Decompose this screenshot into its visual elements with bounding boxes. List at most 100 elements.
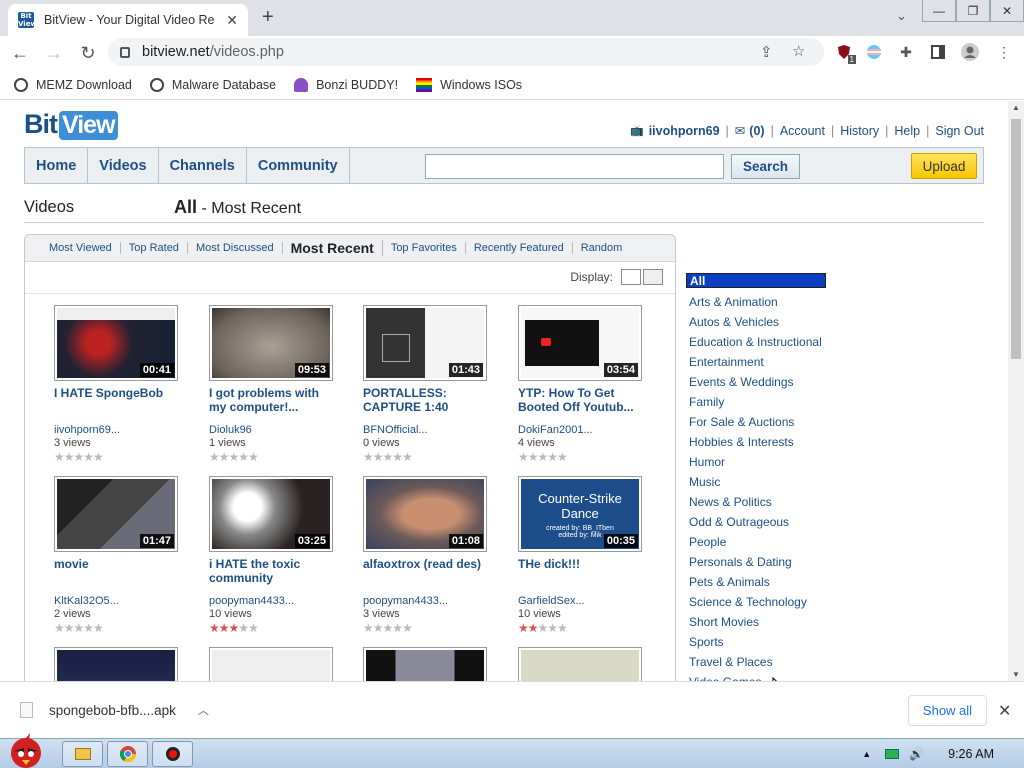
video-thumbnail[interactable]: 01:08 bbox=[363, 476, 487, 552]
scroll-down-arrow-icon[interactable]: ▼ bbox=[1012, 670, 1020, 679]
bookmark-windows-isos[interactable]: Windows ISOs bbox=[416, 77, 522, 92]
category-item[interactable]: News & Politics bbox=[686, 492, 836, 512]
video-uploader-link[interactable]: iivohporn69... bbox=[54, 424, 194, 437]
volume-icon[interactable]: 🔊 bbox=[909, 747, 924, 761]
address-bar[interactable]: bitview.net/videos.php ⇪ ☆ bbox=[108, 38, 824, 66]
share-icon[interactable]: ⇪ bbox=[760, 43, 773, 61]
video-title-link[interactable]: I got problems with my computer!... bbox=[209, 386, 339, 416]
list-view-icon[interactable] bbox=[621, 269, 641, 285]
video-uploader-link[interactable]: KltKal32O5... bbox=[54, 595, 194, 608]
category-item[interactable]: People bbox=[686, 532, 836, 552]
video-thumbnail[interactable] bbox=[363, 647, 487, 681]
video-title-link[interactable]: I HATE SpongeBob bbox=[54, 386, 184, 416]
start-angry-bird-icon[interactable] bbox=[4, 733, 48, 769]
bookmark-memz[interactable]: MEMZ Download bbox=[14, 77, 132, 92]
category-item[interactable]: Short Movies bbox=[686, 612, 836, 632]
tab-most-recent[interactable]: Most Recent bbox=[283, 240, 383, 256]
video-uploader-link[interactable]: DokiFan2001... bbox=[518, 424, 658, 437]
tab-most-viewed[interactable]: Most Viewed bbox=[41, 242, 121, 254]
bookmark-bonzi-buddy[interactable]: Bonzi BUDDY! bbox=[294, 77, 398, 92]
forward-arrow-icon[interactable]: → bbox=[40, 39, 68, 67]
taskbar-explorer-icon[interactable] bbox=[62, 741, 103, 767]
category-all[interactable]: All bbox=[686, 273, 826, 288]
video-uploader-link[interactable]: Dioluk96 bbox=[209, 424, 349, 437]
bitview-logo[interactable]: Bit View bbox=[24, 109, 118, 140]
restore-icon[interactable]: ❐ bbox=[956, 0, 990, 22]
nav-home[interactable]: Home bbox=[25, 148, 89, 183]
tab-most-discussed[interactable]: Most Discussed bbox=[188, 242, 283, 254]
nav-videos[interactable]: Videos bbox=[88, 148, 159, 183]
category-item[interactable]: Education & Instructional bbox=[686, 332, 836, 352]
tab-close-icon[interactable]: ✕ bbox=[226, 12, 238, 29]
tab-search-chevron-icon[interactable]: ⌄ bbox=[896, 8, 907, 24]
category-item[interactable]: Autos & Vehicles bbox=[686, 312, 836, 332]
tab-top-rated[interactable]: Top Rated bbox=[121, 242, 188, 254]
scrollbar-thumb[interactable] bbox=[1011, 119, 1021, 359]
category-item[interactable]: Arts & Animation bbox=[686, 292, 836, 312]
category-item[interactable]: Humor bbox=[686, 452, 836, 472]
category-item[interactable]: Science & Technology bbox=[686, 592, 836, 612]
inbox-envelope-icon[interactable]: ✉ bbox=[735, 123, 745, 138]
category-item[interactable]: Video Games bbox=[686, 672, 836, 681]
tab-random[interactable]: Random bbox=[573, 242, 631, 254]
download-shelf-close-icon[interactable]: ✕ bbox=[998, 701, 1011, 721]
search-button[interactable]: Search bbox=[731, 154, 800, 179]
taskbar-chrome-icon[interactable] bbox=[107, 741, 148, 767]
category-item[interactable]: Entertainment bbox=[686, 352, 836, 372]
video-title-link[interactable]: alfaoxtrox (read des) bbox=[363, 557, 493, 587]
history-link[interactable]: History bbox=[840, 124, 879, 138]
video-thumbnail[interactable]: 01:43 bbox=[363, 305, 487, 381]
video-thumbnail[interactable]: 00:41 bbox=[54, 305, 178, 381]
category-item[interactable]: Pets & Animals bbox=[686, 572, 836, 592]
video-title-link[interactable]: PORTALLESS: CAPTURE 1:40 bbox=[363, 386, 493, 416]
category-item[interactable]: Music bbox=[686, 472, 836, 492]
video-uploader-link[interactable]: poopyman4433... bbox=[209, 595, 349, 608]
video-uploader-link[interactable]: BFNOfficial... bbox=[363, 424, 503, 437]
browser-tab[interactable]: Bit View BitView - Your Digital Video Re… bbox=[8, 4, 248, 36]
inbox-count[interactable]: (0) bbox=[749, 124, 764, 138]
scroll-up-arrow-icon[interactable]: ▲ bbox=[1012, 103, 1020, 112]
video-thumbnail[interactable]: 01:47 bbox=[54, 476, 178, 552]
side-panel-icon[interactable] bbox=[928, 42, 948, 62]
category-item[interactable]: For Sale & Auctions bbox=[686, 412, 836, 432]
back-arrow-icon[interactable]: ← bbox=[6, 39, 34, 67]
page-scrollbar[interactable]: ▲ ▼ bbox=[1008, 101, 1024, 681]
category-item[interactable]: Hobbies & Interests bbox=[686, 432, 836, 452]
video-thumbnail[interactable] bbox=[54, 647, 178, 681]
tab-top-favorites[interactable]: Top Favorites bbox=[383, 242, 466, 254]
bookmark-star-icon[interactable]: ☆ bbox=[792, 42, 805, 60]
video-thumbnail[interactable] bbox=[518, 647, 642, 681]
show-all-button[interactable]: Show all bbox=[908, 695, 987, 726]
username-link[interactable]: iivohporn69 bbox=[649, 124, 720, 138]
video-uploader-link[interactable]: GarfieldSex... bbox=[518, 595, 658, 608]
search-input[interactable] bbox=[425, 154, 724, 179]
bookmark-malware-database[interactable]: Malware Database bbox=[149, 77, 276, 92]
sign-out-link[interactable]: Sign Out bbox=[935, 124, 984, 138]
category-item[interactable]: Travel & Places bbox=[686, 652, 836, 672]
video-title-link[interactable]: movie bbox=[54, 557, 184, 587]
chevron-up-icon[interactable]: ︿ bbox=[198, 702, 209, 718]
video-thumbnail[interactable]: 03:54 bbox=[518, 305, 642, 381]
help-link[interactable]: Help bbox=[894, 124, 920, 138]
new-tab-icon[interactable]: + bbox=[262, 6, 274, 29]
category-item[interactable]: Sports bbox=[686, 632, 836, 652]
video-thumbnail[interactable]: 09:53 bbox=[209, 305, 333, 381]
video-thumbnail[interactable] bbox=[209, 647, 333, 681]
tray-expand-icon[interactable]: ▲ bbox=[862, 749, 871, 759]
tab-recently-featured[interactable]: Recently Featured bbox=[466, 242, 573, 254]
minimize-icon[interactable]: — bbox=[922, 0, 956, 22]
video-title-link[interactable]: THe dick!!! bbox=[518, 557, 648, 587]
clock[interactable]: 9:26 AM bbox=[948, 747, 994, 761]
nav-community[interactable]: Community bbox=[247, 148, 350, 183]
browser-menu-icon[interactable]: ⋮ bbox=[994, 42, 1014, 62]
extensions-puzzle-icon[interactable]: ✚ bbox=[896, 42, 916, 62]
category-item[interactable]: Family bbox=[686, 392, 836, 412]
battery-icon[interactable] bbox=[885, 749, 900, 759]
category-item[interactable]: Personals & Dating bbox=[686, 552, 836, 572]
grid-view-icon[interactable] bbox=[643, 269, 663, 285]
pride-extension-icon[interactable] bbox=[864, 42, 884, 62]
reload-icon[interactable]: ↻ bbox=[74, 39, 102, 67]
ublock-extension-icon[interactable]: 1 bbox=[834, 42, 856, 64]
profile-avatar-icon[interactable] bbox=[960, 42, 980, 62]
account-link[interactable]: Account bbox=[780, 124, 825, 138]
